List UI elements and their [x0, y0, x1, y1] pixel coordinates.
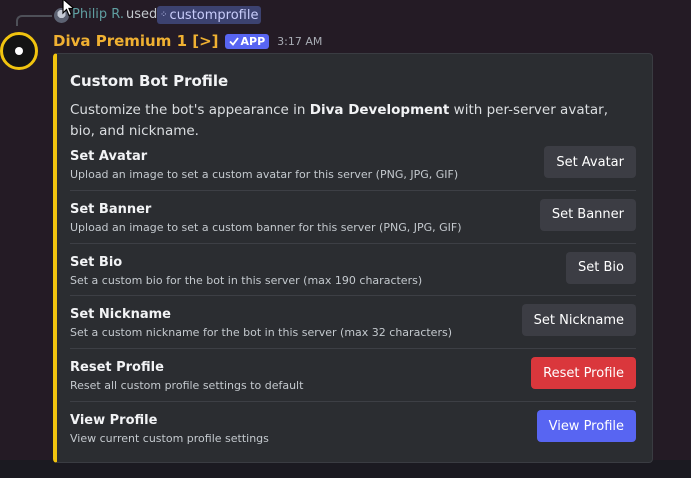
reset-profile-button[interactable]: Reset Profile [531, 357, 636, 390]
option-title: Set Nickname [70, 307, 171, 323]
banner-button[interactable]: Set Banner [539, 198, 636, 231]
option-row-reset-profile: Reset Profile Reset all custom profile se… [70, 357, 636, 413]
option-row-banner: Set Banner Upload an image to set a custo… [70, 198, 636, 255]
command-name: customprofile [169, 7, 259, 23]
embed-description: Customize the bot's appearance in Diva D… [70, 100, 610, 142]
app-badge-label: APP [240, 34, 266, 48]
option-description: Set a custom bio for the bot in this ser… [70, 273, 423, 287]
row-divider [70, 189, 636, 191]
option-title: Set Banner [70, 201, 152, 217]
option-row-bio: Set Bio Set a custom bio for the bot in t… [70, 251, 636, 308]
avatar-dot [15, 47, 23, 55]
option-row-nickname: Set Nickname Set a custom nickname for th… [70, 304, 636, 360]
embed-card: Custom Bot Profile Customize the bot's a… [53, 53, 653, 463]
bio-button[interactable]: Set Bio [566, 251, 636, 284]
timestamp[interactable]: 3:17 AM [277, 35, 322, 48]
reply-username[interactable]: Philip R. [72, 7, 124, 22]
app-badge: APP [224, 33, 270, 49]
option-description: Set a custom nickname for the bot in thi… [70, 326, 452, 340]
row-divider [70, 295, 636, 297]
option-description: View current custom profile settings [70, 432, 269, 445]
view-profile-button[interactable]: View Profile [536, 410, 636, 442]
option-description: Upload an image to set a custom banner f… [70, 220, 462, 234]
reply-spine [16, 15, 52, 26]
slash-command-mention[interactable]: ⁘ customprofile [157, 6, 262, 24]
author-name[interactable]: Diva Premium 1 [>] [53, 32, 219, 50]
option-row-avatar: Set Avatar Upload an image to set a custo… [70, 146, 636, 202]
option-description: Reset all custom profile settings to def… [70, 379, 304, 393]
row-divider [70, 348, 636, 350]
row-divider [70, 400, 636, 402]
option-title: Reset Profile [70, 360, 164, 376]
option-row-view-profile: View Profile View current custom profile … [70, 410, 636, 466]
desc-text-before: Customize the bot's appearance in [70, 102, 310, 118]
checkmark-icon [228, 37, 239, 46]
avatar-button[interactable]: Set Avatar [544, 146, 636, 178]
option-title: Set Avatar [70, 149, 148, 164]
server-name: Diva Development [309, 102, 450, 118]
row-divider [70, 242, 636, 244]
reply-used-text: used [126, 7, 158, 22]
command-icon: ⁘ [160, 10, 167, 20]
option-title: Set Bio [70, 254, 123, 270]
option-title: View Profile [70, 413, 158, 428]
nickname-button[interactable]: Set Nickname [521, 304, 636, 337]
bot-avatar[interactable] [0, 32, 38, 70]
option-description: Upload an image to set a custom avatar f… [70, 168, 459, 181]
reply-header: Philip R. used ⁘ customprofile [0, 0, 691, 30]
message-author-line: Diva Premium 1 [>] APP 3:17 AM [53, 32, 322, 50]
embed-title: Custom Bot Profile [70, 72, 229, 90]
